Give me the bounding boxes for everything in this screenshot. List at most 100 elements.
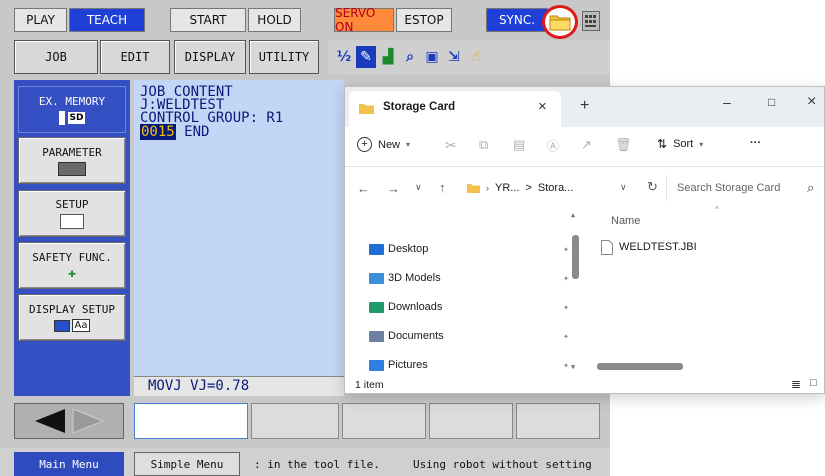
search-box[interactable]: Search Storage Card ⌕ — [666, 175, 824, 201]
hand-icon[interactable]: ☝ — [466, 46, 486, 68]
close-tab-icon[interactable]: × — [538, 98, 547, 115]
start-button[interactable]: START — [170, 8, 246, 32]
close-window-icon[interactable]: × — [807, 93, 816, 111]
delete-icon[interactable]: 🗑 — [615, 137, 632, 153]
pin-icon: ✦ — [562, 272, 569, 284]
breadcrumb-yr[interactable]: YR... — [495, 182, 519, 194]
display-menu-button[interactable]: DISPLAY — [174, 40, 246, 74]
file-icon — [601, 239, 613, 255]
sidebar-item-label: PARAMETER — [42, 145, 102, 159]
numbered-list-icon[interactable]: ½ — [334, 46, 354, 68]
pin-icon: ✦ — [562, 301, 569, 313]
job-menu-button[interactable]: JOB — [14, 40, 98, 74]
sync-button[interactable]: SYNC. — [486, 8, 548, 32]
search-input[interactable]: Search Storage Card — [677, 182, 780, 194]
column-header-name[interactable]: Name — [611, 215, 640, 227]
pin-icon: ✦ — [562, 330, 569, 342]
folder-icon — [369, 301, 384, 313]
navigation-pane: Desktop ✦ 3D Models ✦ Downloads ✦ Documents ✦ Pi… — [345, 207, 587, 377]
edit-menu-button[interactable]: EDIT — [100, 40, 170, 74]
function-slot-3[interactable] — [429, 403, 513, 439]
nav-item-label: 3D Models — [388, 272, 441, 284]
simple-menu-button[interactable]: Simple Menu — [134, 452, 240, 476]
address-bar[interactable]: › YR... > Stora... — [467, 175, 667, 201]
safety-plus-icon: ✚ — [68, 265, 76, 281]
arrow-left-icon[interactable] — [31, 407, 67, 435]
nav-item-3d-models[interactable]: 3D Models ✦ — [345, 264, 577, 292]
file-item[interactable]: WELDTEST.JBI — [601, 237, 751, 257]
nav-item-label: Documents — [388, 330, 444, 342]
chart-icon[interactable]: ▟ — [378, 46, 398, 68]
keyboard-icon[interactable] — [582, 11, 600, 31]
sidebar-item-label: SAFETY FUNC. — [32, 250, 112, 264]
sidebar-item-safety-func[interactable]: SAFETY FUNC. ✚ — [18, 242, 126, 289]
cut-icon[interactable]: ✂ — [445, 137, 457, 154]
window-icon[interactable]: ▣ — [422, 46, 442, 68]
search-list-icon[interactable]: ⌕ — [400, 46, 420, 68]
sd-card-icon: SD — [58, 110, 86, 125]
pin-icon: ✦ — [562, 243, 569, 255]
arrow-right-icon[interactable] — [71, 407, 107, 435]
new-button[interactable]: + New ▾ — [357, 137, 410, 152]
back-arrow-icon[interactable]: ← — [357, 181, 370, 196]
sort-icon: ⇅ — [657, 137, 668, 151]
job-content-area[interactable]: JOB CONTENT J:WELDTEST CONTROL GROUP: R1… — [134, 80, 344, 396]
chevron-down-icon: ▾ — [406, 140, 411, 149]
function-slot-2[interactable] — [342, 403, 426, 439]
servo-on-button[interactable]: SERVO ON — [334, 6, 394, 34]
sort-button[interactable]: ⇅ Sort ▾ — [657, 137, 703, 151]
sidebar-item-parameter[interactable]: PARAMETER — [18, 137, 126, 184]
sidebar-item-display-setup[interactable]: DISPLAY SETUP Aa — [18, 294, 126, 341]
refresh-icon[interactable]: ↻ — [647, 179, 658, 195]
breadcrumb-storage[interactable]: Stora... — [538, 182, 573, 194]
share-icon[interactable]: ↗ — [581, 137, 592, 153]
pin-icon: ✦ — [562, 359, 569, 371]
nav-scrollbar-thumb[interactable] — [572, 235, 579, 279]
sidebar: EX. MEMORY SD PARAMETER SETUP SAFETY FUN… — [14, 80, 130, 396]
nav-item-label: Pictures — [388, 359, 428, 371]
hold-button[interactable]: HOLD — [248, 8, 301, 32]
sidebar-item-ex-memory[interactable]: EX. MEMORY SD — [18, 86, 126, 133]
estop-button[interactable]: ESTOP — [396, 8, 452, 32]
tab-title: Storage Card — [383, 101, 456, 113]
edit-icon[interactable]: ✎ — [356, 46, 376, 68]
up-arrow-icon[interactable]: ↑ — [439, 180, 446, 195]
recent-chevron-icon[interactable]: ∨ — [415, 182, 422, 193]
horizontal-scrollbar-thumb[interactable] — [597, 363, 683, 370]
instruction-input-line[interactable]: MOVJ VJ=0.78 — [134, 376, 344, 396]
function-slot-1[interactable] — [251, 403, 339, 439]
sidebar-item-label: SETUP — [55, 198, 89, 211]
minimize-icon[interactable]: – — [723, 94, 731, 110]
display-setup-icon: Aa — [53, 319, 91, 332]
export-icon[interactable]: ⇲ — [444, 46, 464, 68]
nav-item-label: Downloads — [388, 301, 443, 313]
paste-icon[interactable]: ▤ — [513, 137, 525, 153]
folder-icon-button[interactable] — [542, 5, 578, 39]
new-tab-icon[interactable]: + — [580, 97, 589, 115]
chevron-down-icon: ▾ — [699, 139, 704, 149]
main-menu-button[interactable]: Main Menu — [14, 452, 124, 476]
nav-item-downloads[interactable]: Downloads ✦ — [345, 293, 577, 321]
sidebar-item-setup[interactable]: SETUP — [18, 190, 126, 237]
nav-scrollbar[interactable]: ▲ ▼ — [571, 211, 581, 375]
breadcrumb-separator: > — [525, 182, 532, 194]
nav-item-documents[interactable]: Documents ✦ — [345, 322, 577, 350]
plus-circle-icon: + — [357, 137, 372, 152]
more-options-button[interactable]: ··· — [750, 137, 761, 149]
utility-menu-button[interactable]: UTILITY — [249, 40, 319, 74]
tiles-view-icon[interactable]: □ — [810, 377, 817, 389]
nav-item-desktop[interactable]: Desktop ✦ — [345, 235, 577, 263]
input-buffer-slot[interactable] — [134, 403, 248, 439]
maximize-icon[interactable]: □ — [768, 95, 775, 109]
copy-icon[interactable]: ⧉ — [479, 137, 488, 153]
address-dropdown-icon[interactable]: ∨ — [620, 182, 627, 193]
details-view-icon[interactable]: ≣ — [791, 377, 801, 391]
job-line-end[interactable]: 0015 END — [140, 124, 209, 140]
rename-icon[interactable]: Ⓐ — [547, 137, 559, 154]
teach-button[interactable]: TEACH — [69, 8, 145, 32]
forward-arrow-icon[interactable]: → — [387, 181, 400, 196]
function-slot-4[interactable] — [516, 403, 600, 439]
status-message: : in the tool file. Using robot without … — [254, 457, 592, 471]
nav-item-pictures[interactable]: Pictures ✦ — [345, 351, 577, 379]
play-button[interactable]: PLAY — [14, 8, 67, 32]
